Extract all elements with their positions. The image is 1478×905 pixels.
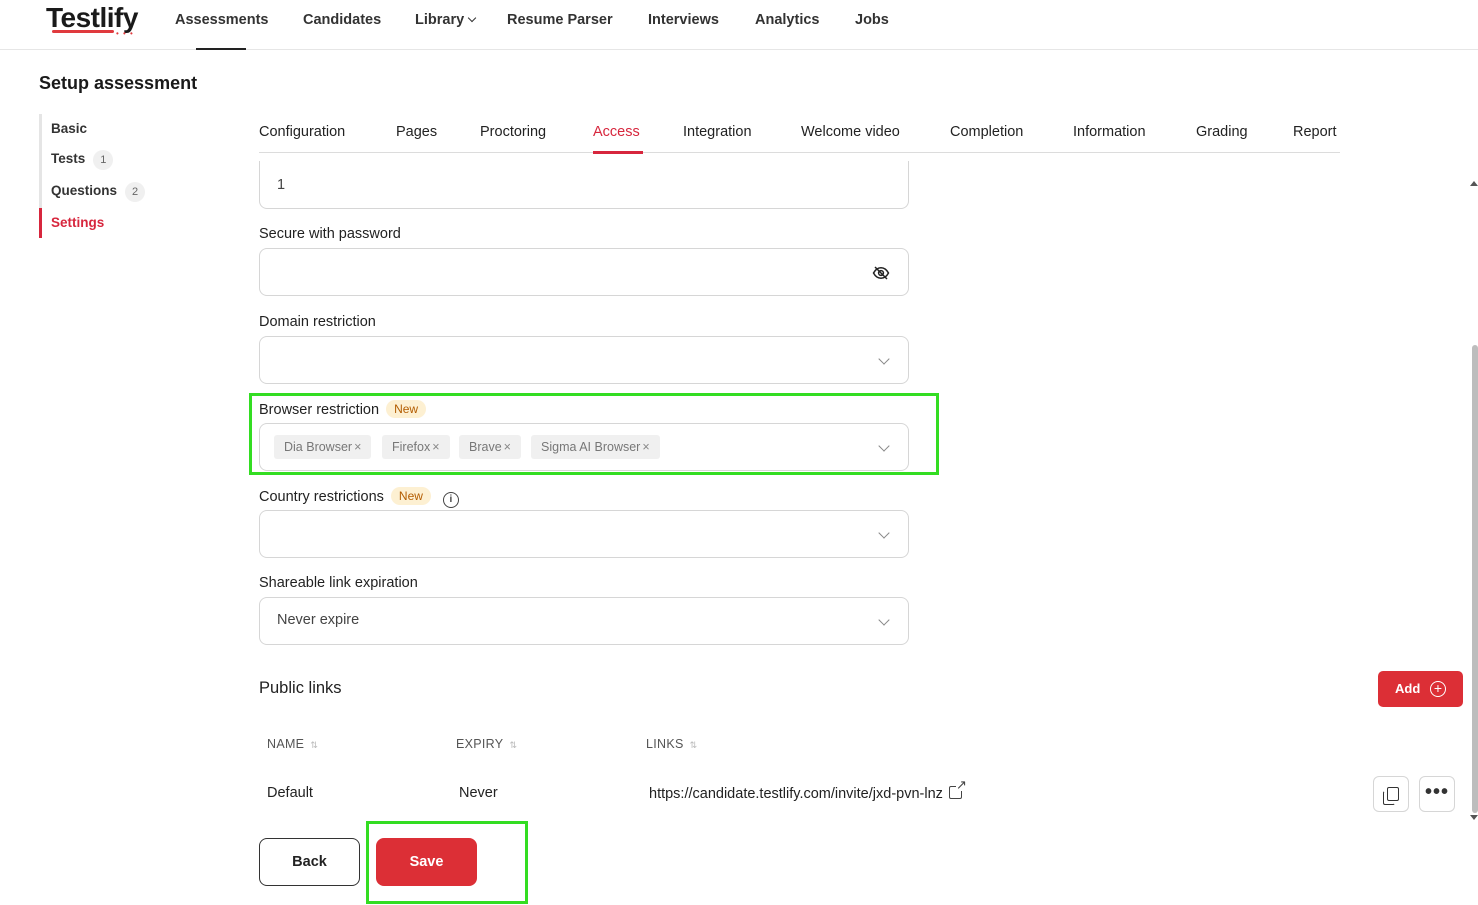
- copy-link-button[interactable]: [1373, 776, 1409, 812]
- copy-icon-front: [1387, 787, 1399, 801]
- page-title: Setup assessment: [39, 73, 198, 93]
- expiration-select[interactable]: Never expire: [259, 597, 909, 645]
- nav-analytics[interactable]: Analytics: [755, 12, 819, 28]
- country-label: Country restrictions New i: [259, 487, 459, 508]
- top-nav: Testlify • • • Assessments Candidates Li…: [0, 0, 1478, 50]
- password-label: Secure with password: [259, 226, 401, 242]
- sort-icon: ⇅: [689, 739, 698, 750]
- tab-report[interactable]: Report: [1293, 124, 1337, 140]
- link-row-name: Default: [267, 785, 313, 801]
- link-row-url[interactable]: https://candidate.testlify.com/invite/jx…: [649, 778, 967, 802]
- tab-integration[interactable]: Integration: [683, 124, 752, 140]
- scroll-up-arrow[interactable]: [1470, 181, 1478, 186]
- link-row-expiry: Never: [459, 785, 498, 801]
- nav-candidates[interactable]: Candidates: [303, 12, 381, 28]
- tab-active-indicator: [593, 151, 643, 154]
- nav-library-label: Library: [415, 12, 465, 28]
- expiration-label: Shareable link expiration: [259, 575, 418, 591]
- nav-interviews[interactable]: Interviews: [648, 12, 719, 28]
- sidebar-item-label: Questions: [51, 183, 118, 198]
- column-header-links[interactable]: LINKS ⇅: [646, 737, 697, 751]
- sidebar-item-tests[interactable]: Tests 1: [51, 150, 114, 170]
- plus-circle-icon: +: [1430, 681, 1446, 697]
- column-header-name[interactable]: NAME ⇅: [267, 737, 318, 751]
- nav-assessments[interactable]: Assessments: [175, 12, 269, 28]
- sidebar-item-label: Settings: [51, 215, 105, 230]
- highlight-browser-restriction: [249, 393, 939, 475]
- chevron-down-icon: [467, 13, 477, 23]
- tab-grading[interactable]: Grading: [1196, 124, 1248, 140]
- expiration-value: Never expire: [277, 612, 360, 628]
- top-number-value: 1: [277, 177, 286, 193]
- nav-library[interactable]: Library: [415, 12, 477, 28]
- scrollbar-thumb[interactable]: [1472, 345, 1478, 813]
- column-header-label: NAME: [267, 737, 305, 751]
- tab-configuration[interactable]: Configuration: [259, 124, 345, 140]
- chevron-down-icon: [878, 353, 890, 365]
- add-link-button[interactable]: Add +: [1378, 671, 1463, 707]
- tab-completion[interactable]: Completion: [950, 124, 1023, 140]
- chevron-down-icon: [878, 527, 890, 539]
- logo-dots: • • •: [116, 29, 134, 38]
- chevron-down-icon: [878, 614, 890, 626]
- country-label-text: Country restrictions: [259, 489, 384, 505]
- tab-proctoring[interactable]: Proctoring: [480, 124, 546, 140]
- new-badge: New: [390, 487, 431, 505]
- public-links-title: Public links: [259, 679, 342, 697]
- top-number-input[interactable]: 1: [259, 161, 909, 209]
- scroll-down-arrow[interactable]: [1470, 815, 1478, 820]
- external-link-icon[interactable]: [948, 778, 967, 799]
- highlight-save-button: [366, 821, 528, 904]
- sidebar-item-questions[interactable]: Questions 2: [51, 182, 146, 202]
- tab-welcome-video[interactable]: Welcome video: [801, 124, 900, 140]
- column-header-label: EXPIRY: [456, 737, 504, 751]
- link-url-text[interactable]: https://candidate.testlify.com/invite/jx…: [649, 786, 943, 802]
- tab-access[interactable]: Access: [593, 124, 640, 140]
- domain-select[interactable]: [259, 336, 909, 384]
- country-select[interactable]: [259, 510, 909, 558]
- sidebar-active-indicator: [39, 208, 42, 238]
- add-link-label: Add: [1395, 681, 1421, 696]
- column-header-label: LINKS: [646, 737, 684, 751]
- more-options-button[interactable]: •••: [1419, 776, 1455, 812]
- sidebar-item-label: Basic: [51, 121, 88, 136]
- tab-pages[interactable]: Pages: [396, 124, 437, 140]
- eye-off-icon[interactable]: [872, 264, 890, 282]
- count-badge: 2: [125, 182, 146, 202]
- sidebar-item-settings[interactable]: Settings: [51, 215, 104, 230]
- logo-underline: [52, 30, 114, 33]
- sort-icon: ⇅: [509, 739, 518, 750]
- sidebar-item-basic[interactable]: Basic: [51, 121, 87, 136]
- tabs-divider: [259, 152, 1340, 153]
- sort-icon: ⇅: [310, 739, 319, 750]
- count-badge: 1: [93, 150, 114, 170]
- nav-jobs[interactable]: Jobs: [855, 12, 889, 28]
- nav-resume-parser[interactable]: Resume Parser: [507, 12, 613, 28]
- more-horizontal-icon: •••: [1424, 781, 1449, 803]
- nav-active-indicator: [196, 48, 246, 50]
- domain-label: Domain restriction: [259, 314, 376, 330]
- back-button[interactable]: Back: [259, 838, 360, 886]
- tab-information[interactable]: Information: [1073, 124, 1146, 140]
- password-input[interactable]: [259, 248, 909, 296]
- sidebar-item-label: Tests: [51, 151, 86, 166]
- column-header-expiry[interactable]: EXPIRY ⇅: [456, 737, 517, 751]
- info-icon[interactable]: i: [442, 492, 459, 508]
